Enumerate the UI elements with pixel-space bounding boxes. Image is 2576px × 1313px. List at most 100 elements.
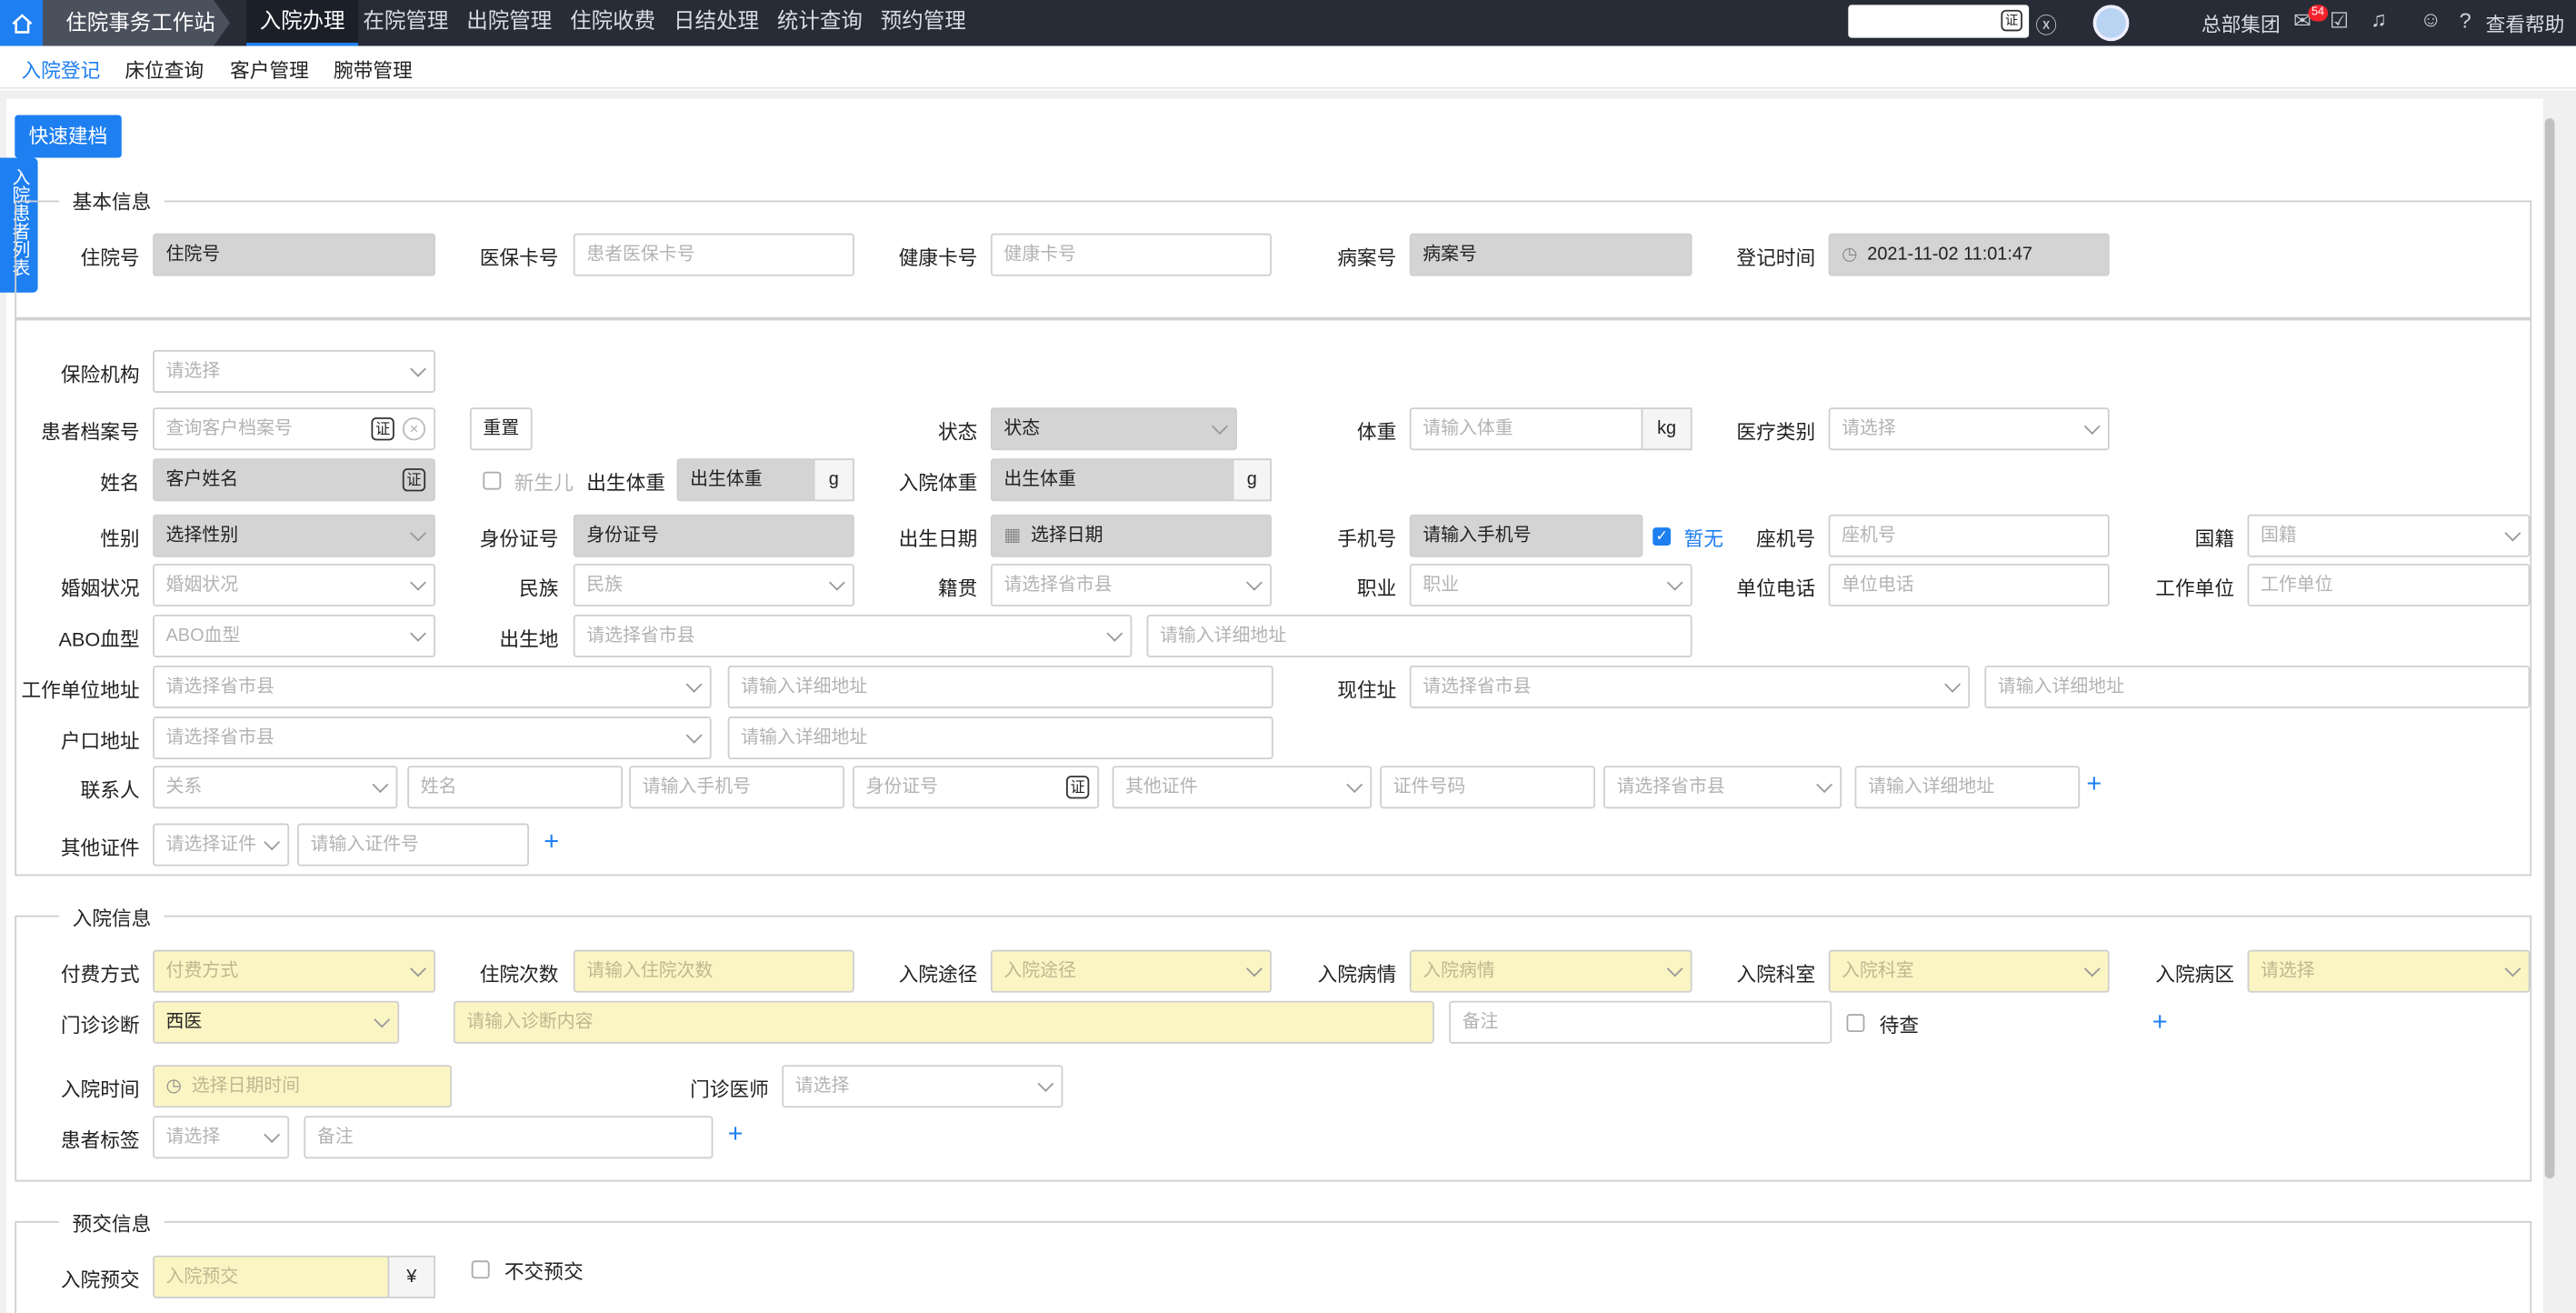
- no-prepay-checkbox[interactable]: [471, 1260, 490, 1279]
- doctor-select[interactable]: 请选择: [782, 1065, 1063, 1108]
- id-card-icon[interactable]: 证: [371, 417, 394, 441]
- file-no-input[interactable]: 查询客户档案号证 ×: [153, 407, 435, 451]
- add-contact-icon[interactable]: +: [2086, 772, 2102, 798]
- tab-bed-query[interactable]: 床位查询: [125, 55, 204, 84]
- clear-icon[interactable]: ⓧ: [2035, 8, 2057, 39]
- tag-note-input[interactable]: 备注: [304, 1116, 714, 1159]
- help-link[interactable]: 查看帮助: [2486, 10, 2565, 38]
- add-cert-icon[interactable]: +: [544, 829, 559, 857]
- contact-name-input[interactable]: 姓名: [407, 766, 624, 809]
- id-card-icon[interactable]: 证: [1066, 776, 1090, 799]
- none-checkbox[interactable]: ✓: [1652, 527, 1672, 546]
- smile-icon[interactable]: ☺: [2420, 6, 2441, 31]
- other-cert-no-input[interactable]: 请输入证件号: [297, 823, 529, 867]
- med-type-select[interactable]: 请选择: [1828, 407, 2110, 451]
- scrollbar[interactable]: [2544, 118, 2555, 1178]
- times-input[interactable]: 请输入住院次数: [573, 949, 854, 993]
- birthplace-select[interactable]: 请选择省市县: [573, 614, 1133, 657]
- inpatient-no-field[interactable]: 住院号: [153, 233, 435, 276]
- clipboard-icon[interactable]: ☑: [2330, 8, 2349, 35]
- hukou-detail-input[interactable]: 请输入详细地址: [727, 717, 1273, 760]
- reg-time-field[interactable]: ◷ 2021-11-02 11:01:47: [1828, 233, 2110, 276]
- job-select[interactable]: 职业: [1409, 563, 1692, 606]
- file-no-label: 患者档案号: [41, 420, 140, 444]
- newborn-checkbox[interactable]: [483, 471, 502, 490]
- pay-select[interactable]: 付费方式: [153, 949, 435, 993]
- menu-billing[interactable]: 住院收费: [570, 0, 655, 46]
- weight-input[interactable]: 请输入体重: [1409, 407, 1643, 451]
- diagnosis-type-select[interactable]: 西医: [153, 1000, 400, 1044]
- menu-stats[interactable]: 统计查询: [777, 0, 863, 46]
- adm-time-picker[interactable]: ◷ 选择日期时间: [153, 1065, 453, 1108]
- phone-label: 手机号: [1337, 527, 1397, 551]
- top-search-input[interactable]: 证: [1848, 5, 2030, 38]
- dept-select[interactable]: 入院科室: [1828, 949, 2110, 993]
- ward-select[interactable]: 请选择: [2247, 949, 2531, 993]
- diagnosis-note-input[interactable]: 备注: [1449, 1000, 1832, 1044]
- gender-select[interactable]: 选择性别: [153, 514, 435, 557]
- quick-create-button[interactable]: 快速建档: [15, 115, 122, 158]
- current-addr-detail-input[interactable]: 请输入详细地址: [1984, 665, 2531, 708]
- add-diagnosis-icon[interactable]: +: [2152, 1010, 2168, 1037]
- work-addr-detail-input[interactable]: 请输入详细地址: [727, 665, 1273, 708]
- work-addr-select[interactable]: 请选择省市县: [153, 665, 712, 708]
- contact-id-input[interactable]: 身份证号证: [853, 766, 1100, 809]
- birth-weight-field[interactable]: 出生体重: [676, 458, 815, 502]
- contact-phone-input[interactable]: 请输入手机号: [629, 766, 845, 809]
- contact-cert-no-input[interactable]: 证件号码: [1380, 766, 1595, 809]
- adm-weight-field[interactable]: 出生体重: [990, 458, 1234, 502]
- work-unit-input[interactable]: 工作单位: [2247, 563, 2531, 606]
- work-phone-input[interactable]: 单位电话: [1828, 563, 2110, 606]
- workstation-title[interactable]: 住院事务工作站: [42, 0, 231, 46]
- name-field[interactable]: 客户姓名证: [153, 458, 435, 502]
- status-select[interactable]: 状态: [990, 407, 1237, 451]
- menu-daily[interactable]: 日结处理: [674, 0, 759, 46]
- phone-field[interactable]: 请输入手机号: [1409, 514, 1643, 557]
- dob-label: 出生日期: [898, 527, 978, 551]
- tab-admission-register[interactable]: 入院登记: [21, 55, 100, 84]
- abo-select[interactable]: ABO血型: [153, 614, 435, 657]
- dob-picker[interactable]: ▦ 选择日期: [990, 514, 1272, 557]
- reset-button[interactable]: 重置: [469, 407, 533, 451]
- diagnosis-input[interactable]: 请输入诊断内容: [453, 1000, 1434, 1044]
- contact-relation-select[interactable]: 关系: [153, 766, 398, 809]
- marital-select[interactable]: 婚姻状况: [153, 563, 435, 606]
- pending-checkbox[interactable]: [1846, 1014, 1865, 1033]
- menu-inpatient[interactable]: 在院管理: [363, 0, 448, 46]
- native-select[interactable]: 请选择省市县: [990, 563, 1272, 606]
- contact-other-cert-select[interactable]: 其他证件: [1112, 766, 1373, 809]
- org-name[interactable]: 总部集团: [2202, 10, 2281, 38]
- home-icon[interactable]: [0, 0, 43, 46]
- contact-region-select[interactable]: 请选择省市县: [1603, 766, 1842, 809]
- case-no-field[interactable]: 病案号: [1409, 233, 1692, 276]
- contact-addr-input[interactable]: 请输入详细地址: [1854, 766, 2081, 809]
- current-addr-select[interactable]: 请选择省市县: [1409, 665, 1971, 708]
- menu-discharge[interactable]: 出院管理: [466, 0, 552, 46]
- tab-customer[interactable]: 客户管理: [230, 55, 309, 84]
- hukou-select[interactable]: 请选择省市县: [153, 717, 712, 760]
- menu-admission[interactable]: 入院办理: [246, 0, 359, 46]
- id-card-icon[interactable]: 证: [402, 468, 426, 492]
- landline-input[interactable]: 座机号: [1828, 514, 2110, 557]
- bell-icon[interactable]: ♫: [2371, 6, 2387, 31]
- ethnic-select[interactable]: 民族: [573, 563, 854, 606]
- clear-icon[interactable]: ×: [402, 417, 426, 441]
- nationality-select[interactable]: 国籍: [2247, 514, 2531, 557]
- birthplace-detail-input[interactable]: 请输入详细地址: [1146, 614, 1692, 657]
- avatar[interactable]: [2092, 5, 2130, 42]
- id-card-icon[interactable]: 证: [2001, 9, 2022, 32]
- times-label: 住院次数: [479, 963, 559, 987]
- route-select[interactable]: 入院途径: [990, 949, 1272, 993]
- add-tag-icon[interactable]: +: [728, 1122, 744, 1148]
- other-cert-select[interactable]: 请选择证件: [153, 823, 290, 867]
- medical-card-input[interactable]: 患者医保卡号: [573, 233, 854, 276]
- menu-booking[interactable]: 预约管理: [881, 0, 966, 46]
- prepay-input[interactable]: 入院预交: [153, 1255, 390, 1298]
- insurer-select[interactable]: 请选择: [153, 349, 435, 393]
- id-no-field[interactable]: 身份证号: [573, 514, 854, 557]
- health-card-input[interactable]: 健康卡号: [990, 233, 1272, 276]
- tab-wristband[interactable]: 腕带管理: [334, 55, 413, 84]
- condition-select[interactable]: 入院病情: [1409, 949, 1692, 993]
- tag-select[interactable]: 请选择: [153, 1116, 290, 1159]
- help-icon[interactable]: ?: [2460, 8, 2471, 33]
